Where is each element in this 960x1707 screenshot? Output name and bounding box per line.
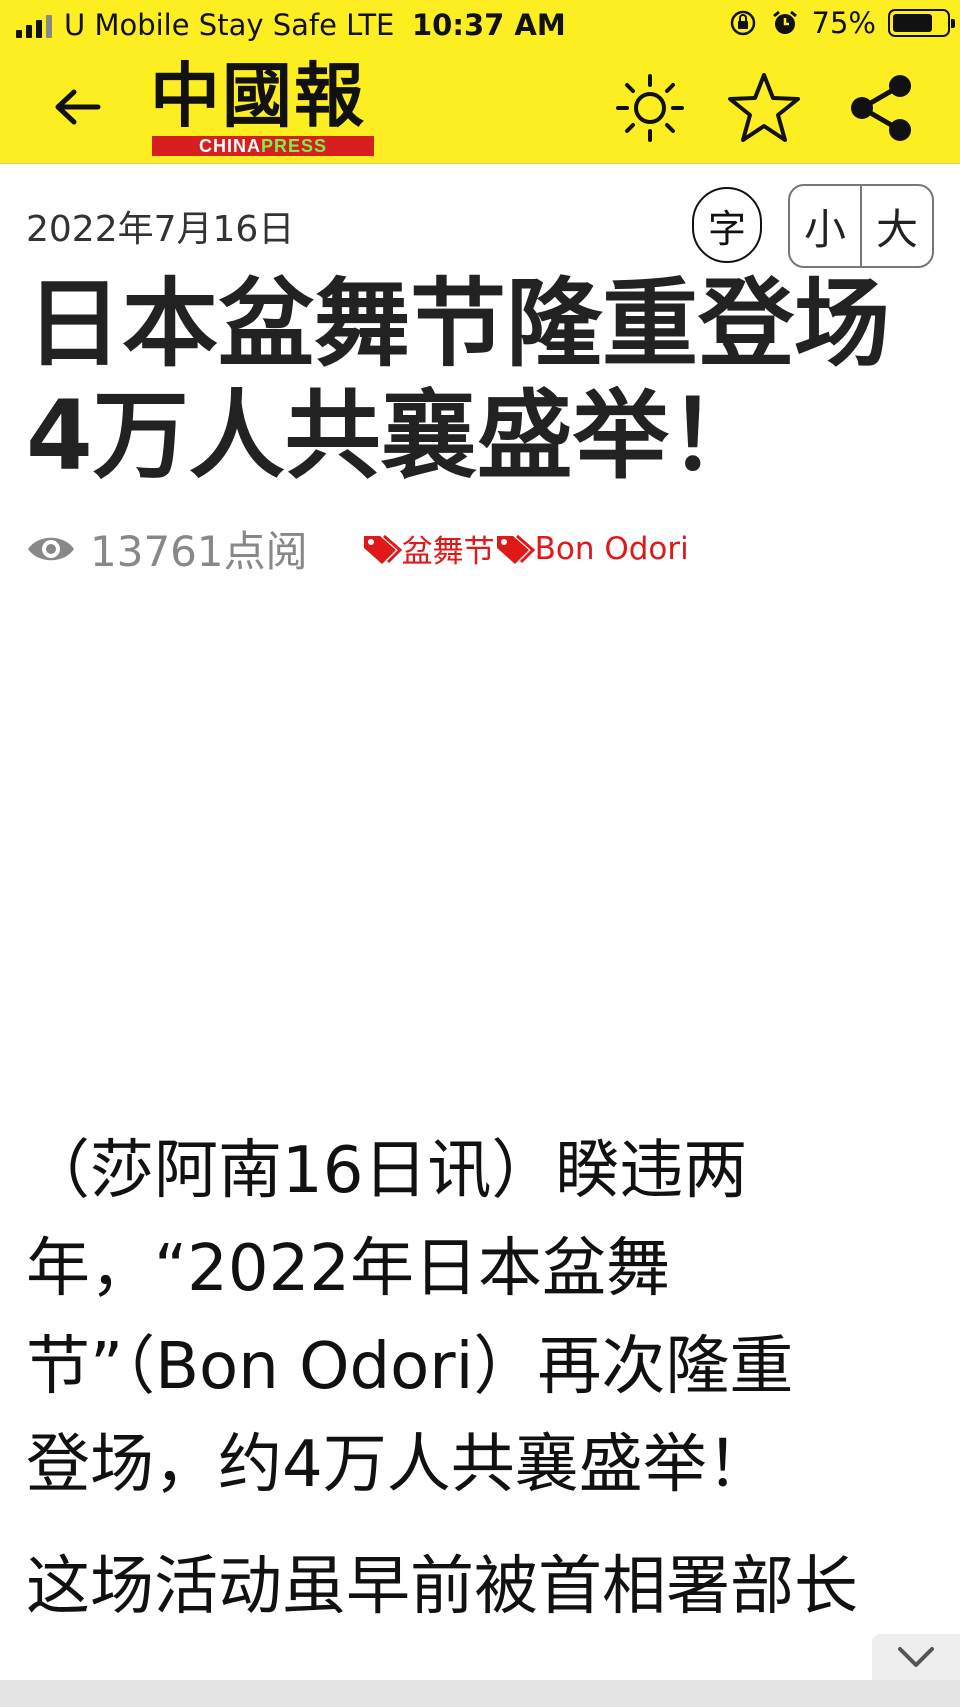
chevron-down-icon xyxy=(898,1647,934,1667)
battery-fill xyxy=(893,14,932,32)
share-icon[interactable] xyxy=(846,72,916,144)
bottom-toolbar xyxy=(0,1680,960,1707)
scroll-down-button[interactable] xyxy=(872,1634,960,1680)
brightness-icon[interactable] xyxy=(612,70,688,146)
logo-banner: CHINA PRESS xyxy=(152,136,374,156)
tag-list: 盆舞节 Bon Odori xyxy=(362,526,689,571)
eye-icon xyxy=(28,537,74,560)
paragraph-line: 节”（Bon Odori）再次隆重 xyxy=(26,1330,794,1404)
view-count: 13761点阅 xyxy=(90,527,308,576)
alarm-icon xyxy=(772,10,797,34)
star-icon[interactable] xyxy=(726,70,802,146)
article-paragraph: （莎阿南16日讯）睽违两 年，“2022年日本盆舞 节”（Bon Odori）再… xyxy=(26,1122,906,1514)
article-title-line: 日本盆舞节隆重登场 xyxy=(26,268,890,380)
font-size-toggle: 小 大 xyxy=(788,184,934,268)
china-press-logo[interactable]: 中國報 CHINA PRESS xyxy=(150,58,380,158)
article-paragraph: 这场活动虽早前被首相署部长 xyxy=(26,1550,858,1624)
paragraph-line: 登场，约4万人共襄盛举！ xyxy=(26,1428,771,1502)
logo-china-text: CHINA xyxy=(198,135,261,156)
signal-icon xyxy=(16,14,52,38)
battery-icon xyxy=(888,9,955,37)
app-header: 中國報 CHINA PRESS xyxy=(0,52,960,164)
status-bar: U Mobile Stay Safe LTE 10:37 AM 75% xyxy=(0,0,960,52)
tag-label: 盆舞节 xyxy=(401,534,495,570)
logo-press-text: PRESS xyxy=(260,135,328,156)
article-body: （莎阿南16日讯）睽违两 年，“2022年日本盆舞 节”（Bon Odori）再… xyxy=(26,1122,936,1636)
logo-chinese-text: 中國報 xyxy=(150,54,366,137)
tag-item[interactable]: 盆舞节 xyxy=(362,526,495,571)
font-size-small-button[interactable]: 小 xyxy=(790,186,860,266)
status-time: 10:37 AM xyxy=(412,8,566,42)
paragraph-line: 年，“2022年日本盆舞 xyxy=(26,1232,671,1306)
orientation-lock-icon xyxy=(730,10,755,36)
font-style-button[interactable]: 字 xyxy=(692,187,762,263)
font-size-large-button[interactable]: 大 xyxy=(860,186,932,266)
carrier-label: U Mobile Stay Safe LTE xyxy=(64,8,395,42)
article-stats: 13761点阅 盆舞节 Bon Odori xyxy=(26,518,689,579)
paragraph-line: （莎阿南16日讯）睽违两 xyxy=(26,1134,748,1208)
article-title-line: 4万人共襄盛举！ xyxy=(26,380,765,492)
article-date: 2022年7月16日 xyxy=(26,209,295,250)
tag-item[interactable]: Bon Odori xyxy=(495,531,689,567)
tag-icon xyxy=(363,534,402,564)
battery-percent: 75% xyxy=(811,6,876,40)
status-right-group: 75% xyxy=(728,6,955,40)
article-title: 日本盆舞节隆重登场 4万人共襄盛举！ xyxy=(26,268,926,492)
tag-label: Bon Odori xyxy=(534,530,689,567)
tag-icon xyxy=(496,534,535,564)
ad-placeholder xyxy=(0,600,960,1100)
back-arrow-icon[interactable] xyxy=(50,82,106,132)
